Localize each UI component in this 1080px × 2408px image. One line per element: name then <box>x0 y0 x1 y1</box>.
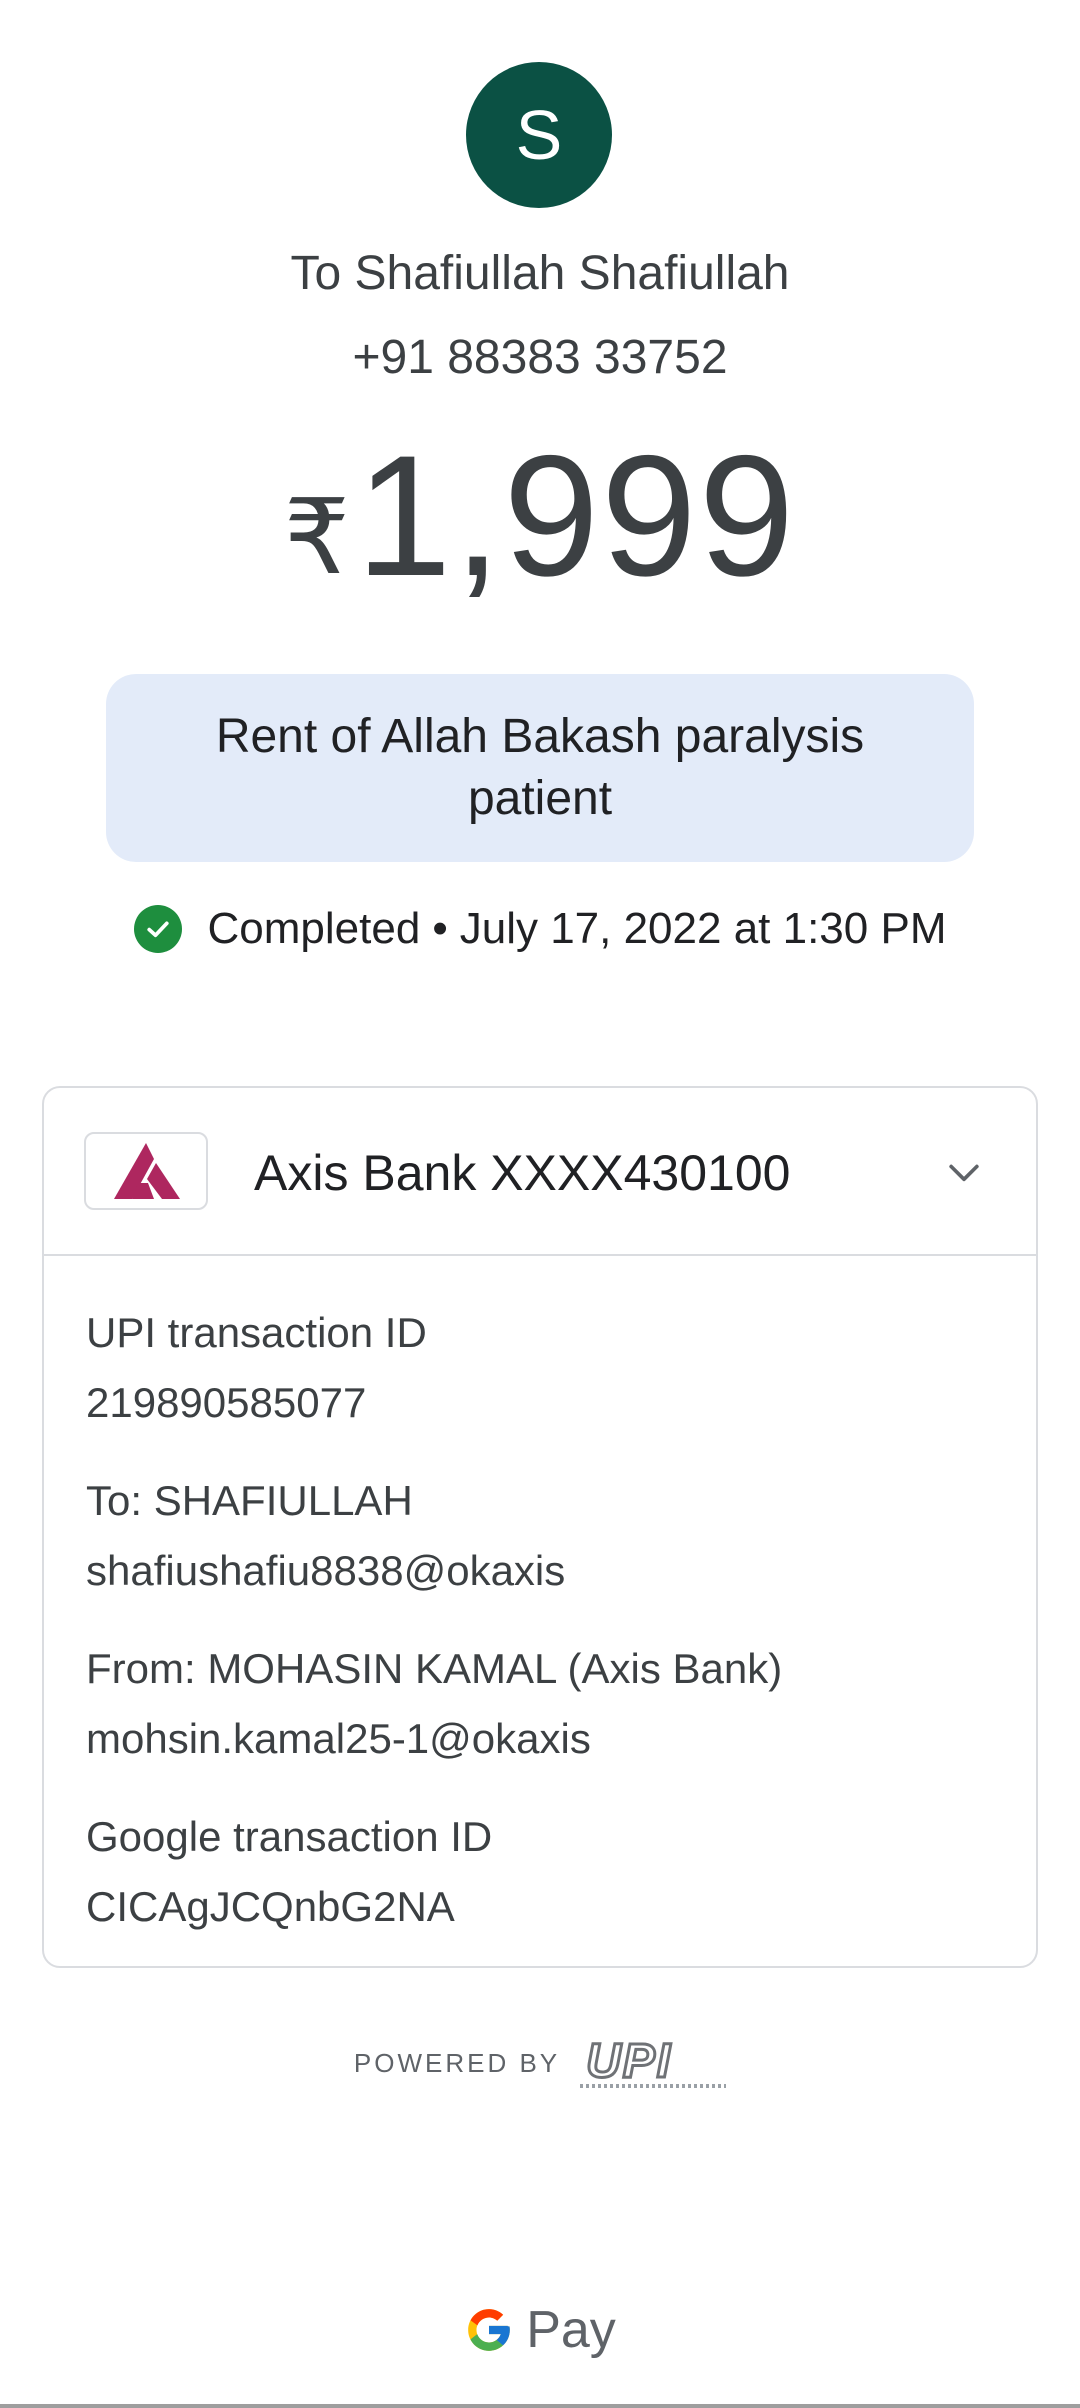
status-row: Completed • July 17, 2022 at 1:30 PM <box>0 904 1080 954</box>
payment-note: Rent of Allah Bakash paralysis patient <box>106 674 974 862</box>
payment-receipt-page: S To Shafiullah Shafiullah +91 88383 337… <box>0 0 1080 2408</box>
google-transaction-id-value: CICAgJCQnbG2NA <box>86 1883 455 1930</box>
currency-symbol: ₹ <box>283 480 350 596</box>
recipient-phone: +91 88383 33752 <box>352 331 728 384</box>
payment-note-text: Rent of Allah Bakash paralysis patient <box>215 710 865 825</box>
to-account-label: To: SHAFIULLAH <box>86 1477 413 1524</box>
google-g-icon <box>464 2305 514 2355</box>
status-text: Completed <box>207 904 421 953</box>
amount-value: 1,999 <box>355 420 797 612</box>
bottom-divider <box>0 2404 1080 2408</box>
from-account-label: From: MOHASIN KAMAL (Axis Bank) <box>86 1645 783 1692</box>
google-transaction-id-label: Google transaction ID <box>86 1813 493 1860</box>
bank-account-row[interactable]: Axis Bank XXXX430100 <box>44 1088 1036 1256</box>
status-datetime: July 17, 2022 at 1:30 PM <box>459 904 947 953</box>
to-account-value: shafiushafiu8838@okaxis <box>86 1547 566 1594</box>
axis-bank-logo-icon <box>84 1132 208 1210</box>
powered-by-text: POWERED BY <box>353 2047 561 2078</box>
avatar-letter: S <box>515 96 563 174</box>
powered-by-upi: POWERED BY UPI <box>0 2034 1080 2092</box>
payment-amount: ₹ 1,999 <box>0 430 1080 602</box>
google-pay-logo: Pay <box>0 2300 1080 2360</box>
upi-logo-icon: UPI <box>580 2034 727 2092</box>
status-separator: • <box>432 904 448 953</box>
account-details-card: Axis Bank XXXX430100 UPI transaction ID … <box>42 1086 1038 1968</box>
upi-transaction-id-label: UPI transaction ID <box>86 1309 427 1356</box>
transaction-details: UPI transaction ID 219890585077 To: SHAF… <box>86 1298 782 1942</box>
recipient-name: To Shafiullah Shafiullah <box>290 247 790 300</box>
check-circle-icon <box>133 905 182 953</box>
avatar: S <box>466 62 612 208</box>
upi-transaction-id-value: 219890585077 <box>86 1379 367 1426</box>
from-account-value: mohsin.kamal25-1@okaxis <box>86 1715 591 1762</box>
pay-text: Pay <box>526 2301 616 2359</box>
chevron-down-icon[interactable] <box>942 1150 986 1194</box>
bank-account-label: Axis Bank XXXX430100 <box>254 1145 791 1201</box>
